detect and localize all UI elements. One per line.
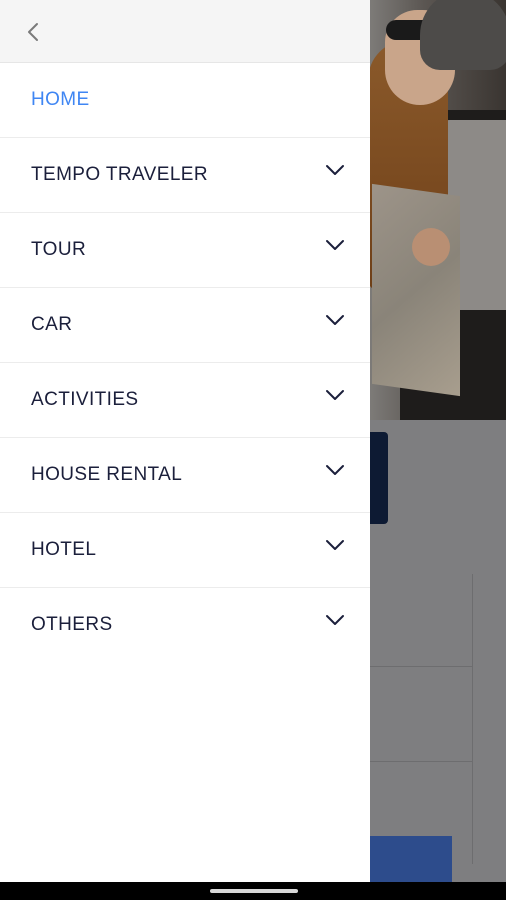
menu-item-label: TOUR [31, 239, 87, 260]
navigation-drawer: HOME TEMPO TRAVELER TOUR CAR ACTIVITIES … [0, 0, 370, 882]
chevron-down-icon[interactable] [324, 387, 346, 403]
menu-item-tempo-traveler[interactable]: TEMPO TRAVELER [0, 138, 370, 213]
chevron-down-icon[interactable] [324, 162, 346, 178]
menu-item-house-rental[interactable]: HOUSE RENTAL [0, 438, 370, 513]
menu-item-label: HOME [31, 89, 90, 110]
menu-item-label: TEMPO TRAVELER [31, 164, 208, 185]
screen: HOME TEMPO TRAVELER TOUR CAR ACTIVITIES … [0, 0, 506, 900]
background-primary-button [370, 836, 452, 882]
menu-item-tour[interactable]: TOUR [0, 213, 370, 288]
menu-item-car[interactable]: CAR [0, 288, 370, 363]
menu-item-label: HOTEL [31, 539, 97, 560]
background-card [370, 574, 473, 864]
menu-item-label: HOUSE RENTAL [31, 464, 183, 485]
chevron-left-icon [28, 23, 38, 41]
menu-item-hotel[interactable]: HOTEL [0, 513, 370, 588]
chevron-down-icon[interactable] [324, 462, 346, 478]
drawer-header [0, 0, 370, 63]
background-card-divider [370, 666, 472, 667]
background-search-button [370, 432, 388, 524]
hero-hand [412, 228, 450, 266]
chevron-down-icon[interactable] [324, 312, 346, 328]
chevron-down-icon[interactable] [324, 237, 346, 253]
hero-beanie [420, 0, 506, 70]
home-indicator[interactable] [210, 889, 298, 893]
menu-item-activities[interactable]: ACTIVITIES [0, 363, 370, 438]
drawer-menu: HOME TEMPO TRAVELER TOUR CAR ACTIVITIES … [0, 63, 370, 662]
chevron-down-icon[interactable] [324, 612, 346, 628]
hero-map [372, 183, 460, 397]
background-card-divider [370, 761, 472, 762]
back-button[interactable] [16, 16, 50, 48]
menu-item-label: OTHERS [31, 614, 113, 635]
chevron-down-icon[interactable] [324, 537, 346, 553]
menu-item-home[interactable]: HOME [0, 63, 370, 138]
menu-item-label: ACTIVITIES [31, 389, 139, 410]
system-navigation-bar [0, 882, 506, 900]
menu-item-others[interactable]: OTHERS [0, 588, 370, 662]
menu-item-label: CAR [31, 314, 73, 335]
